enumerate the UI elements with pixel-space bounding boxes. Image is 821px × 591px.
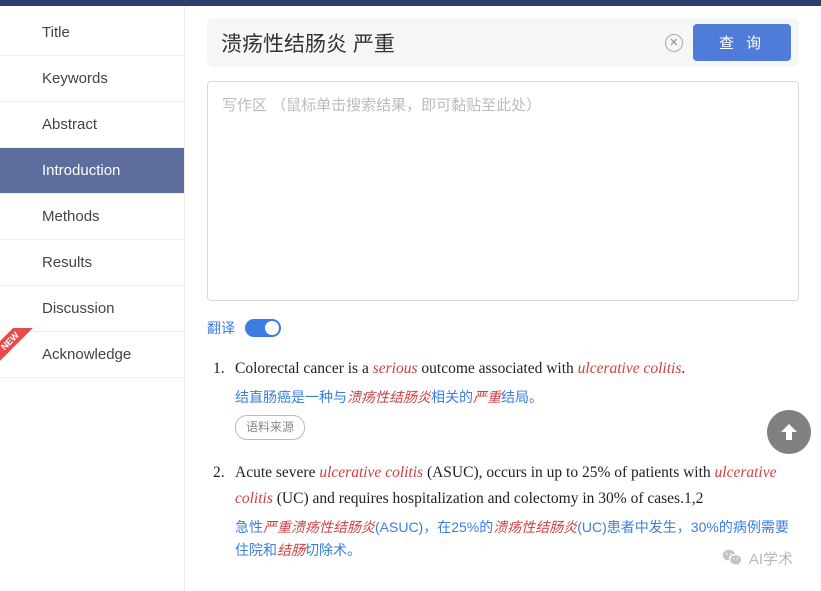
translate-label: 翻译 [207,318,235,338]
nav-item-title[interactable]: Title [0,10,184,56]
result-number: 1. [213,356,235,440]
result-english: Acute severe ulcerative colitis (ASUC), … [235,460,799,511]
result-item[interactable]: 1.Colorectal cancer is a serious outcome… [213,356,799,440]
new-badge [0,328,36,368]
search-input[interactable] [221,31,665,55]
nav-item-keywords[interactable]: Keywords [0,56,184,102]
nav-item-acknowledge[interactable]: Acknowledge [0,332,184,378]
nav-item-discussion[interactable]: Discussion [0,286,184,332]
nav-item-abstract[interactable]: Abstract [0,102,184,148]
translate-toggle[interactable] [245,319,281,337]
main-panel: ✕ 查 询 翻译 1.Colorectal cancer is a seriou… [185,0,821,591]
result-body: Acute severe ulcerative colitis (ASUC), … [235,460,799,561]
result-english: Colorectal cancer is a serious outcome a… [235,356,799,382]
arrow-up-icon [777,420,801,444]
clear-icon[interactable]: ✕ [665,34,683,52]
scroll-top-button[interactable] [767,410,811,454]
nav-item-methods[interactable]: Methods [0,194,184,240]
result-number: 2. [213,460,235,561]
nav-item-introduction[interactable]: Introduction [0,148,184,194]
search-bar: ✕ 查 询 [207,18,799,67]
sidebar: Title Keywords Abstract Introduction Met… [0,0,185,591]
nav-item-results[interactable]: Results [0,240,184,286]
result-translation: 急性严重溃疡性结肠炎(ASUC)，在25%的溃疡性结肠炎(UC)患者中发生，30… [235,516,799,562]
translate-row: 翻译 [207,318,799,338]
query-button[interactable]: 查 询 [693,24,791,61]
write-area[interactable] [207,81,799,301]
result-body: Colorectal cancer is a serious outcome a… [235,356,799,440]
result-translation: 结直肠癌是一种与溃疡性结肠炎相关的严重结局。 [235,386,799,409]
source-button[interactable]: 语料来源 [235,415,305,441]
result-item[interactable]: 2.Acute severe ulcerative colitis (ASUC)… [213,460,799,561]
nav-item-label: Acknowledge [42,346,131,363]
results-list: 1.Colorectal cancer is a serious outcome… [207,356,799,562]
